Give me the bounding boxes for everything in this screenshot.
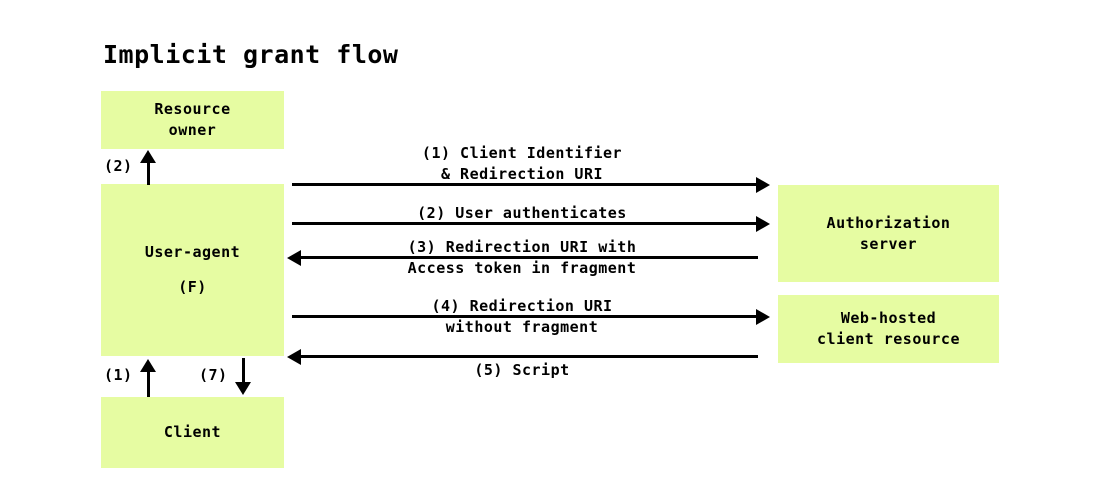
node-resource-owner: Resource owner xyxy=(101,91,284,149)
node-web-hosted-client-resource: Web-hosted client resource xyxy=(778,295,999,363)
vertical-arrow-1-line xyxy=(147,369,150,397)
node-user-agent-line2: (F) xyxy=(178,278,207,296)
node-authorization-server: Authorization server xyxy=(778,185,999,282)
diagram-title: Implicit grant flow xyxy=(103,40,399,69)
vertical-arrow-7-arrowhead-down-icon xyxy=(235,382,251,395)
node-web-hosted-line2: client resource xyxy=(817,330,960,348)
node-user-agent-line1: User-agent xyxy=(144,243,241,261)
message-1-label-line1: (1) Client Identifier xyxy=(421,144,623,162)
vertical-arrow-1-label: (1) xyxy=(104,366,133,384)
message-1-arrowhead-right-icon xyxy=(756,177,770,193)
node-resource-owner-line1: Resource xyxy=(154,100,231,118)
message-1-label-line2: & Redirection URI xyxy=(440,165,604,183)
message-2-label-line1: (2) User authenticates xyxy=(417,204,627,222)
vertical-arrow-2-label: (2) xyxy=(104,157,133,175)
message-5-line xyxy=(300,355,758,358)
message-1-line xyxy=(292,183,758,186)
vertical-arrow-7-line xyxy=(242,358,245,384)
node-resource-owner-line2: owner xyxy=(168,121,217,139)
node-client: Client xyxy=(101,397,284,468)
node-user-agent: User-agent (F) xyxy=(101,184,284,356)
message-4-label-line2: without fragment xyxy=(445,318,599,336)
message-2-line xyxy=(292,222,758,225)
vertical-arrow-2-arrowhead-up-icon xyxy=(140,150,156,163)
node-authorization-server-line1: Authorization xyxy=(826,213,951,232)
message-2-arrowhead-right-icon xyxy=(756,216,770,232)
message-5-label-line1: (5) Script xyxy=(474,361,570,379)
message-4-arrowhead-right-icon xyxy=(756,309,770,325)
message-4-label-line1: (4) Redirection URI xyxy=(431,297,613,315)
node-web-hosted-line1: Web-hosted xyxy=(840,309,937,327)
message-3-label-line2: Access token in fragment xyxy=(407,259,637,277)
node-authorization-server-line2: server xyxy=(859,234,918,253)
vertical-arrow-2-line xyxy=(147,160,150,185)
vertical-arrow-7-label: (7) xyxy=(199,366,228,384)
vertical-arrow-1-arrowhead-up-icon xyxy=(140,359,156,372)
message-3-label-line1: (3) Redirection URI with xyxy=(407,238,637,256)
node-client-line1: Client xyxy=(163,423,222,441)
diagram-canvas: Implicit grant flow Resource owner User-… xyxy=(0,0,1100,500)
